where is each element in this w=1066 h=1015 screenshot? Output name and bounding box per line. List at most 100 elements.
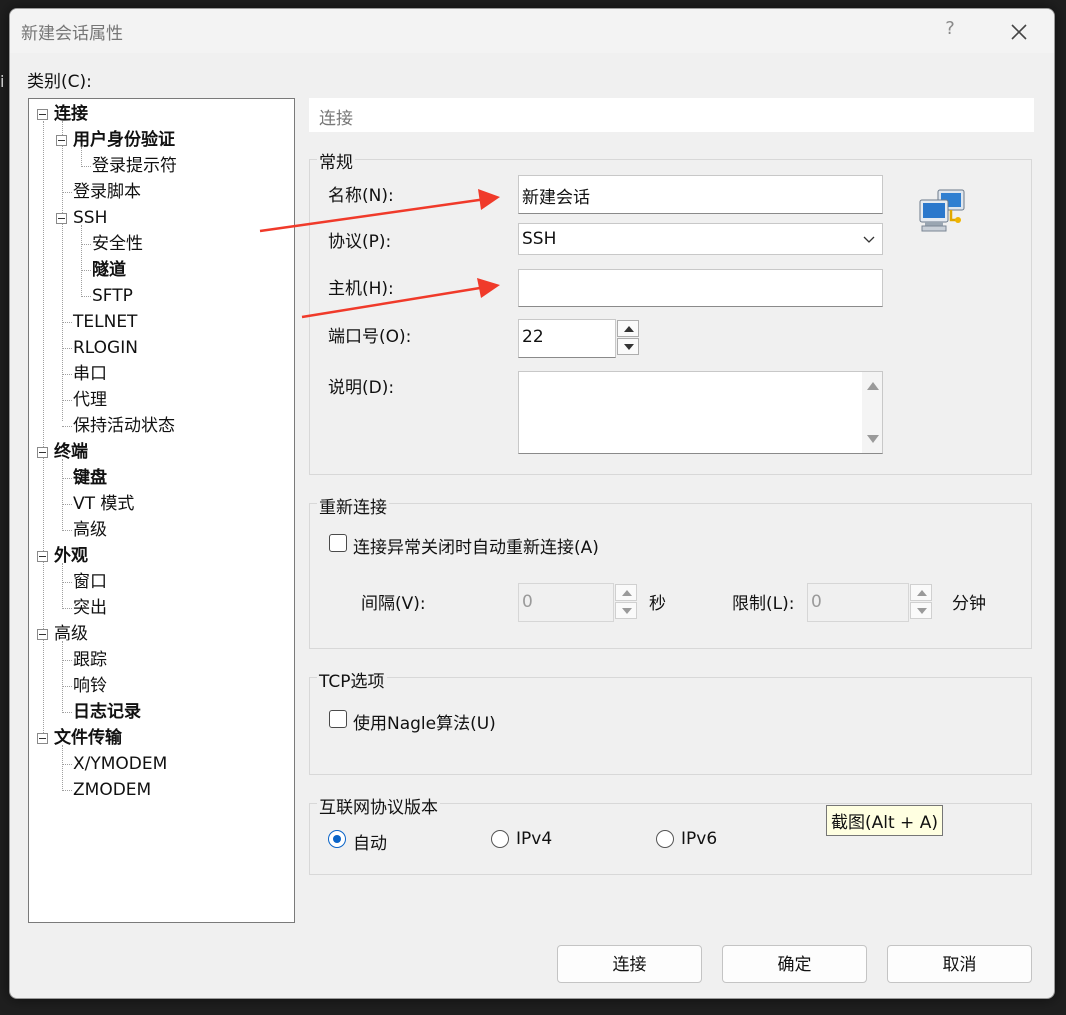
arrow-up-icon — [622, 590, 632, 596]
interval-label: 间隔(V): — [361, 594, 426, 614]
collapse-icon[interactable] — [56, 135, 67, 146]
arrow-up-icon — [624, 326, 634, 332]
tree-line — [62, 504, 72, 505]
collapse-icon[interactable] — [37, 109, 48, 120]
protocol-select[interactable]: SSH — [518, 223, 883, 255]
tree-line — [62, 764, 72, 765]
tree-item-serial[interactable]: 串口 — [73, 362, 107, 386]
reconnect-group-label: 重新连接 — [317, 493, 389, 518]
tree-item-proxy[interactable]: 代理 — [73, 388, 107, 412]
tree-item-xymodem[interactable]: X/YMODEM — [73, 752, 167, 776]
connect-button[interactable]: 连接 — [557, 945, 702, 983]
radio-auto-label[interactable]: 自动 — [353, 829, 387, 854]
tree-item-file-transfer[interactable]: 文件传输 — [54, 726, 122, 750]
radio-ipv6-label[interactable]: IPv6 — [681, 829, 717, 849]
port-stepper[interactable] — [617, 320, 639, 356]
tree-item-vt-mode[interactable]: VT 模式 — [73, 492, 134, 516]
session-properties-dialog: 新建会话属性 ? 类别(C): 连接 用户身份验证 登录提示符 登录脚本 SSH… — [9, 8, 1055, 999]
tree-item-connection[interactable]: 连接 — [54, 102, 88, 126]
port-up-button[interactable] — [617, 320, 639, 337]
close-button[interactable] — [1004, 17, 1034, 47]
limit-down-button[interactable] — [910, 602, 932, 619]
radio-ipv4-label[interactable]: IPv4 — [516, 829, 552, 849]
tree-item-rlogin[interactable]: RLOGIN — [73, 336, 138, 360]
tree-item-login-script[interactable]: 登录脚本 — [73, 180, 141, 204]
interval-up-button[interactable] — [615, 584, 637, 601]
collapse-icon[interactable] — [37, 551, 48, 562]
tree-line — [81, 296, 91, 297]
interval-field[interactable]: 0 — [518, 583, 614, 622]
collapse-icon[interactable] — [37, 733, 48, 744]
host-field[interactable] — [518, 269, 883, 307]
tree-item-ssh[interactable]: SSH — [73, 206, 107, 230]
tcp-options-group-label: TCP选项 — [317, 667, 387, 692]
ok-button[interactable]: 确定 — [722, 945, 867, 983]
tree-item-login-prompts[interactable]: 登录提示符 — [92, 154, 177, 178]
tree-line — [62, 348, 72, 349]
radio-ipv4[interactable] — [491, 830, 509, 848]
category-label: 类别(C): — [27, 72, 92, 92]
tree-item-logging[interactable]: 日志记录 — [73, 700, 141, 724]
tree-line — [62, 400, 72, 401]
limit-up-button[interactable] — [910, 584, 932, 601]
tree-line — [62, 192, 72, 193]
tree-item-terminal[interactable]: 终端 — [54, 440, 88, 464]
radio-ipv6[interactable] — [656, 830, 674, 848]
tree-line — [62, 641, 63, 713]
tree-item-security[interactable]: 安全性 — [92, 232, 143, 256]
port-down-button[interactable] — [617, 338, 639, 355]
tree-item-bell[interactable]: 响铃 — [73, 674, 107, 698]
description-field[interactable] — [518, 371, 883, 454]
page-header: 连接 — [309, 98, 1034, 132]
tree-line — [81, 225, 82, 297]
radio-auto[interactable] — [328, 830, 346, 848]
tree-line — [81, 166, 91, 167]
tree-item-advanced[interactable]: 高级 — [54, 622, 88, 646]
protocol-select-value: SSH — [522, 229, 557, 249]
tree-line — [62, 686, 72, 687]
tree-item-sftp[interactable]: SFTP — [92, 284, 133, 308]
interval-down-button[interactable] — [615, 602, 637, 619]
nagle-checkbox[interactable] — [329, 710, 347, 728]
auto-reconnect-label[interactable]: 连接异常关闭时自动重新连接(A) — [353, 533, 599, 558]
tree-item-zmodem[interactable]: ZMODEM — [73, 778, 151, 802]
limit-stepper[interactable] — [910, 584, 932, 620]
auto-reconnect-checkbox[interactable] — [329, 534, 347, 552]
tree-line — [62, 426, 72, 427]
tree-line — [62, 660, 72, 661]
help-button[interactable]: ? — [940, 18, 960, 44]
tree-line — [62, 582, 72, 583]
tree-line — [81, 244, 91, 245]
tree-item-terminal-advanced[interactable]: 高级 — [73, 518, 107, 542]
tree-item-keyboard[interactable]: 键盘 — [73, 466, 107, 490]
scroll-up-icon[interactable] — [867, 382, 879, 390]
description-scrollbar[interactable] — [862, 372, 882, 453]
tree-line — [62, 712, 72, 713]
tree-item-user-auth[interactable]: 用户身份验证 — [73, 128, 175, 152]
scroll-down-icon[interactable] — [867, 435, 879, 443]
port-field-value: 22 — [522, 327, 544, 347]
annotation-arrows — [259, 189, 500, 319]
collapse-icon[interactable] — [56, 213, 67, 224]
cancel-button[interactable]: 取消 — [887, 945, 1032, 983]
tree-line — [43, 121, 44, 735]
interval-stepper[interactable] — [615, 584, 637, 620]
network-computers-icon — [919, 189, 965, 232]
nagle-label[interactable]: 使用Nagle算法(U) — [353, 709, 496, 734]
tree-item-highlight[interactable]: 突出 — [73, 596, 107, 620]
tree-line — [62, 121, 63, 421]
port-field[interactable]: 22 — [518, 319, 616, 358]
tree-item-tunneling[interactable]: 隧道 — [92, 258, 126, 282]
tree-item-window[interactable]: 窗口 — [73, 570, 107, 594]
name-field[interactable]: 新建会话 — [518, 175, 883, 214]
collapse-icon[interactable] — [37, 447, 48, 458]
ip-version-group-label: 互联网协议版本 — [317, 793, 440, 818]
tree-item-telnet[interactable]: TELNET — [73, 310, 137, 334]
tree-item-keep-alive[interactable]: 保持活动状态 — [73, 414, 175, 438]
arrow-down-icon — [624, 344, 634, 350]
title-bar: 新建会话属性 ? — [10, 9, 1054, 53]
tree-item-trace[interactable]: 跟踪 — [73, 648, 107, 672]
limit-field[interactable]: 0 — [807, 583, 909, 622]
collapse-icon[interactable] — [37, 629, 48, 640]
tree-item-appearance[interactable]: 外观 — [54, 544, 88, 568]
